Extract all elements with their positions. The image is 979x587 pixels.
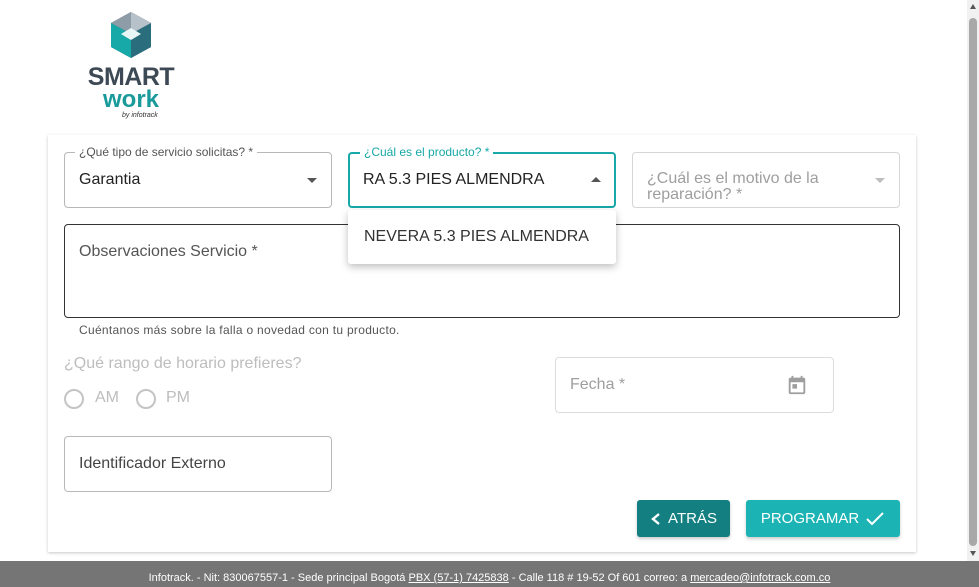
schedule-question: ¿Qué rango de horario prefieres?: [64, 355, 302, 372]
schedule-button[interactable]: PROGRAMAR: [746, 500, 900, 537]
product-value[interactable]: RA 5.3 PIES ALMENDRA: [363, 171, 544, 189]
product-label: ¿Cuál es el producto? *: [360, 145, 494, 159]
product-select[interactable]: ¿Cuál es el producto? * RA 5.3 PIES ALME…: [348, 145, 616, 208]
external-id-placeholder: Identificador Externo: [79, 455, 226, 472]
repair-reason-placeholder: ¿Cuál es el motivo de la reparación? *: [647, 170, 819, 203]
service-type-select[interactable]: ¿Qué tipo de servicio solicitas? * Garan…: [64, 145, 332, 208]
am-radio-label: AM: [95, 389, 119, 406]
external-id-field[interactable]: Identificador Externo: [64, 436, 332, 492]
footer-phone-link[interactable]: PBX (57-1) 7425838: [408, 572, 508, 584]
service-type-label: ¿Qué tipo de servicio solicitas? *: [75, 145, 258, 159]
back-button[interactable]: ATRÁS: [637, 500, 730, 537]
chevron-up-icon[interactable]: [591, 177, 601, 182]
smartwork-logo-icon: [111, 12, 151, 58]
smartwork-logo: SMART work by infotrack: [86, 10, 176, 125]
footer-email-label: correo: a: [643, 572, 688, 584]
scroll-up-icon[interactable]: [970, 4, 976, 9]
product-option[interactable]: NEVERA 5.3 PIES ALMENDRA: [364, 228, 589, 246]
logo-byline-text: by infotrack: [122, 112, 158, 119]
footer: Infotrack. - Nit: 830067557-1 - Sede pri…: [0, 561, 979, 587]
footer-company-text: Infotrack. - Nit: 830067557-1 - Sede pri…: [148, 572, 406, 584]
chevron-left-icon: [651, 512, 660, 525]
check-icon: [866, 511, 884, 525]
repair-reason-select[interactable]: ¿Cuál es el motivo de la reparación? *: [632, 152, 900, 208]
scroll-down-icon[interactable]: [970, 551, 976, 556]
observations-helper-text: Cuéntanos más sobre la falla o novedad c…: [79, 323, 400, 337]
date-field[interactable]: Fecha *: [555, 357, 834, 413]
logo-work-text: work: [102, 86, 159, 113]
date-placeholder: Fecha *: [570, 376, 626, 393]
back-button-label: ATRÁS: [668, 510, 717, 527]
calendar-icon[interactable]: [786, 374, 808, 396]
service-type-value: Garantia: [79, 171, 141, 188]
am-radio[interactable]: [64, 389, 84, 409]
chevron-down-icon[interactable]: [307, 178, 317, 183]
footer-email-link[interactable]: mercadeo@infotrack.com.co: [690, 572, 830, 584]
pm-radio[interactable]: [136, 389, 156, 409]
product-options-menu: NEVERA 5.3 PIES ALMENDRA: [348, 210, 616, 264]
observations-placeholder: Observaciones Servicio *: [79, 243, 258, 260]
chevron-down-icon[interactable]: [875, 178, 885, 183]
pm-radio-label: PM: [166, 389, 190, 406]
footer-address-text: - Calle 118 # 19-52 Of 601: [511, 572, 641, 584]
schedule-button-label: PROGRAMAR: [760, 510, 860, 527]
page-scrollbar[interactable]: [967, 0, 979, 561]
scrollbar-thumb[interactable]: [969, 18, 977, 546]
